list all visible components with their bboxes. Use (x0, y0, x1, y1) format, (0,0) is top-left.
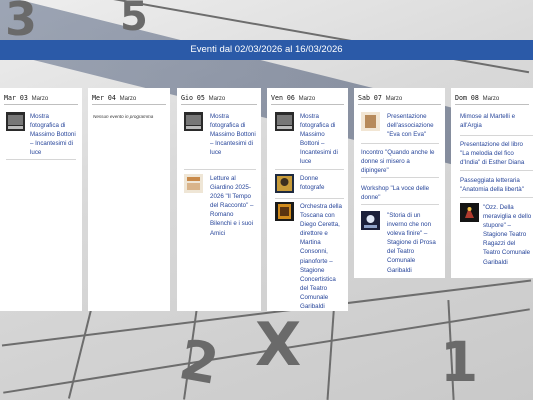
event-item[interactable]: Mimose al Martelli e all'Argia (460, 112, 533, 136)
event-title-link[interactable]: Letture al Giardino 2025-2026 "Il Tempo … (210, 174, 256, 238)
concert-thumbnail-icon[interactable] (275, 202, 294, 221)
event-item[interactable]: "Storia di un inverno che non voleva fin… (361, 211, 439, 275)
day-column-ven-06: Ven 06 Marzo Mostra fotografica di Massi… (267, 88, 348, 311)
day-column-sab-07: Sab 07 Marzo Presentazione dell'associaz… (354, 88, 445, 278)
day-name: Mar 03 (4, 94, 28, 102)
exhibition-thumbnail-icon[interactable] (184, 112, 203, 131)
day-header: Ven 06 Marzo (271, 94, 344, 105)
day-name: Sab 07 (358, 94, 382, 102)
exhibition-thumbnail-icon[interactable] (275, 112, 294, 131)
day-month: Marzo (482, 96, 500, 102)
day-header: Dom 08 Marzo (455, 94, 529, 105)
event-item[interactable]: Passeggiata letteraria "Anatomia della l… (460, 176, 533, 198)
event-item[interactable]: "Ozz. Della meraviglia e dello stupore" … (460, 203, 533, 273)
event-item[interactable]: Presentazione dell'associazione "Eva con… (361, 112, 439, 144)
event-title-link[interactable]: Donne fotografe (300, 174, 344, 192)
event-item[interactable]: Letture al Giardino 2025-2026 "Il Tempo … (184, 174, 256, 244)
event-item[interactable]: Workshop "La voce delle donne" (361, 184, 439, 205)
event-title-link[interactable]: Mostra fotografica di Massimo Bottoni – … (300, 112, 344, 167)
theatre-thumbnail-icon[interactable] (361, 211, 380, 230)
event-title-link[interactable]: Orchestra della Toscana con Diego Cerett… (300, 202, 344, 311)
day-name: Dom 08 (455, 94, 479, 102)
event-item[interactable]: Presentazione del libro "La melodia del … (460, 140, 533, 171)
reading-thumbnail-icon[interactable] (184, 174, 203, 193)
event-title-link[interactable]: Mostra fotografica di Massimo Bottoni – … (210, 112, 256, 157)
event-item[interactable]: Mostra fotografica di Massimo Bottoni – … (6, 112, 76, 160)
day-name: Mer 04 (92, 94, 116, 102)
event-item[interactable]: Mostra fotografica di Massimo Bottoni – … (275, 112, 344, 170)
event-item[interactable]: Incontro "Quando anche le donne si miser… (361, 148, 439, 178)
events-week-grid: Mar 03 Marzo Mostra fotografica di Massi… (0, 88, 533, 311)
day-header: Sab 07 Marzo (358, 94, 441, 105)
event-item[interactable]: Orchestra della Toscana con Diego Cerett… (275, 202, 344, 311)
event-title-link[interactable]: Mostra fotografica di Massimo Bottoni – … (30, 112, 76, 157)
day-column-dom-08: Dom 08 Marzo Mimose al Martelli e all'Ar… (451, 88, 533, 278)
association-thumbnail-icon[interactable] (361, 112, 380, 131)
day-column-mar-03: Mar 03 Marzo Mostra fotografica di Massi… (0, 88, 82, 311)
events-range-title: Eventi dal 02/03/2026 al 16/03/2026 (190, 44, 343, 55)
event-title-link[interactable]: "Ozz. Della meraviglia e dello stupore" … (483, 203, 533, 267)
event-item[interactable]: Donne fotografe (275, 174, 344, 199)
photo-thumbnail-icon[interactable] (275, 174, 294, 193)
day-header: Gio 05 Marzo (181, 94, 257, 105)
day-month: Marzo (31, 96, 49, 102)
no-events-message: Nessun evento in programma (93, 114, 154, 119)
event-title-link[interactable]: Mimose al Martelli e all'Argia (460, 112, 533, 130)
event-title-link[interactable]: Incontro "Quando anche le donne si miser… (361, 148, 439, 175)
event-item[interactable]: Mostra fotografica di Massimo Bottoni – … (184, 112, 256, 170)
event-title-link[interactable]: Presentazione del libro "La melodia del … (460, 140, 533, 167)
day-month: Marzo (385, 96, 403, 102)
day-name: Gio 05 (181, 94, 205, 102)
day-month: Marzo (298, 96, 316, 102)
day-column-mer-04: Mer 04 Marzo Nessun evento in programma (88, 88, 170, 311)
event-title-link[interactable]: Presentazione dell'associazione "Eva con… (387, 112, 439, 139)
events-range-header: Eventi dal 02/03/2026 al 16/03/2026 (0, 40, 533, 60)
exhibition-thumbnail-icon[interactable] (6, 112, 25, 131)
day-header: Mar 03 Marzo (4, 94, 78, 105)
day-name: Ven 06 (271, 94, 295, 102)
day-month: Marzo (119, 96, 137, 102)
day-column-gio-05: Gio 05 Marzo Mostra fotografica di Massi… (177, 88, 261, 311)
kids-theatre-thumbnail-icon[interactable] (460, 203, 479, 222)
event-title-link[interactable]: Workshop "La voce delle donne" (361, 184, 439, 202)
day-header: Mer 04 Marzo (92, 94, 166, 105)
event-title-link[interactable]: Passeggiata letteraria "Anatomia della l… (460, 176, 533, 194)
event-title-link[interactable]: "Storia di un inverno che non voleva fin… (387, 211, 439, 275)
day-month: Marzo (208, 96, 226, 102)
